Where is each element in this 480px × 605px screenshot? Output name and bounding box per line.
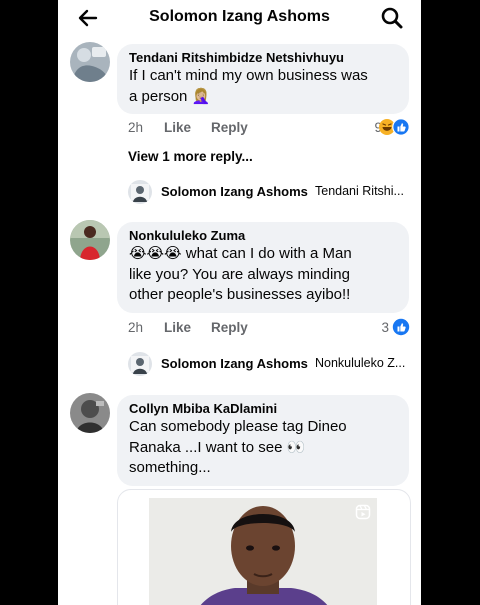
reply-avatar[interactable] xyxy=(128,180,152,204)
comment-bubble[interactable]: Tendani Ritshimbidze Netshivhuyu If I ca… xyxy=(117,44,409,114)
reply-author[interactable]: Solomon Izang Ashoms xyxy=(161,184,308,199)
page-title: Solomon Izang Ashoms xyxy=(149,8,330,25)
reaction-count[interactable]: 3 xyxy=(381,320,389,335)
comment-text: 😭😭😭 what can I do with a Man like you? Y… xyxy=(129,245,352,303)
comment-author[interactable]: Tendani Ritshimbidze Netshivhuyu xyxy=(129,49,397,66)
arrow-left-icon[interactable] xyxy=(76,6,100,30)
crying-emoji: 😭😭😭 xyxy=(129,245,182,262)
like-icon xyxy=(392,318,410,336)
reply-preview[interactable]: Solomon Izang Ashoms Nonkululeko Z... xyxy=(128,352,410,376)
view-more-replies[interactable]: View 1 more reply... xyxy=(128,149,253,164)
avatar[interactable] xyxy=(70,220,110,260)
facepalm-emoji: 🤦🏼‍♀️ xyxy=(191,87,211,105)
like-button[interactable]: Like xyxy=(164,120,191,135)
comment-bubble[interactable]: Collyn Mbiba KaDlamini Can somebody plea… xyxy=(117,395,409,486)
search-icon[interactable] xyxy=(380,6,404,30)
comment-bubble[interactable]: Nonkululeko Zuma 😭😭😭 what can I do with … xyxy=(117,222,409,313)
comment-text: If I can't mind my own business was a pe… xyxy=(129,67,368,105)
reply-avatar[interactable] xyxy=(128,352,152,376)
reply-preview[interactable]: Solomon Izang Ashoms Tendani Ritshi... xyxy=(128,180,410,204)
like-button[interactable]: Like xyxy=(164,320,191,335)
reply-button[interactable]: Reply xyxy=(211,320,248,335)
reply-target: Nonkululeko Z... xyxy=(315,356,406,370)
comment-actions: 2h Like Reply 9 xyxy=(128,118,410,138)
reel-thumbnail[interactable] xyxy=(149,498,377,605)
eyes-emoji: 👀 xyxy=(286,438,306,456)
comment-author[interactable]: Collyn Mbiba KaDlamini xyxy=(129,400,397,417)
comment-author[interactable]: Nonkululeko Zuma xyxy=(129,227,397,244)
avatar[interactable] xyxy=(70,393,110,433)
attached-reel[interactable] xyxy=(117,489,411,605)
reactions[interactable] xyxy=(392,318,410,336)
phone-screen: Solomon Izang Ashoms Tendani Ritshimbidz… xyxy=(58,0,421,605)
comment-text: Can somebody please tag Dineo Ranaka ...… xyxy=(129,418,347,476)
like-icon xyxy=(392,118,410,136)
reels-icon xyxy=(355,504,371,520)
comment-time: 2h xyxy=(128,120,144,135)
comment-time: 2h xyxy=(128,320,144,335)
reply-button[interactable]: Reply xyxy=(211,120,248,135)
reactions[interactable] xyxy=(378,118,410,136)
top-bar: Solomon Izang Ashoms xyxy=(58,0,421,36)
avatar[interactable] xyxy=(70,42,110,82)
reply-author[interactable]: Solomon Izang Ashoms xyxy=(161,356,308,371)
reply-target: Tendani Ritshi... xyxy=(315,184,404,198)
comment-actions: 2h Like Reply 3 xyxy=(128,318,410,338)
